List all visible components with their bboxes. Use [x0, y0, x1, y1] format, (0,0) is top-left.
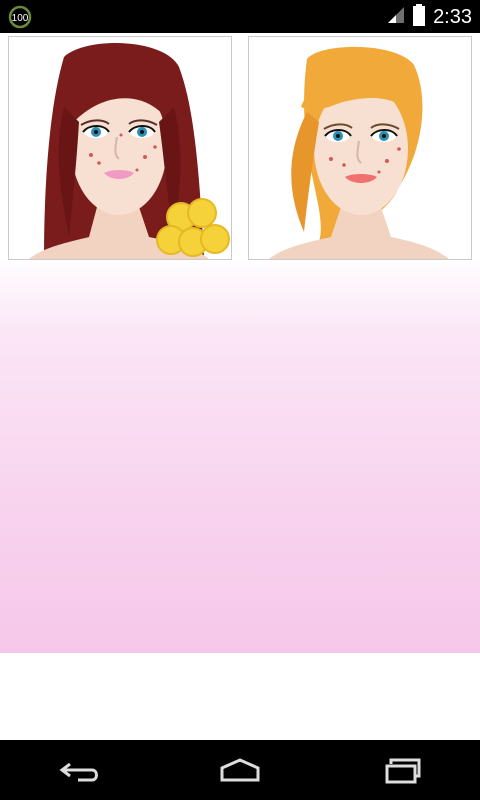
- home-icon: [220, 758, 260, 782]
- signal-icon: [387, 6, 405, 29]
- clock: 2:33: [433, 5, 472, 28]
- status-icons: 2:33: [387, 3, 472, 31]
- hairstyle-card-2[interactable]: [248, 36, 472, 260]
- back-button[interactable]: [50, 750, 110, 790]
- status-bar: 100 2:33: [0, 0, 480, 33]
- back-icon: [59, 762, 98, 782]
- svg-text:100: 100: [12, 13, 29, 24]
- navigation-bar: [0, 740, 480, 800]
- recent-apps-button[interactable]: [370, 750, 430, 790]
- recent-apps-icon: [385, 758, 421, 784]
- home-button[interactable]: [210, 750, 270, 790]
- empty-area: [0, 653, 480, 740]
- hairstyle-card-1[interactable]: [8, 36, 232, 260]
- notification-badge-icon: 100: [8, 5, 32, 29]
- battery-icon: [413, 3, 426, 31]
- hairstyle-gallery: [0, 33, 480, 653]
